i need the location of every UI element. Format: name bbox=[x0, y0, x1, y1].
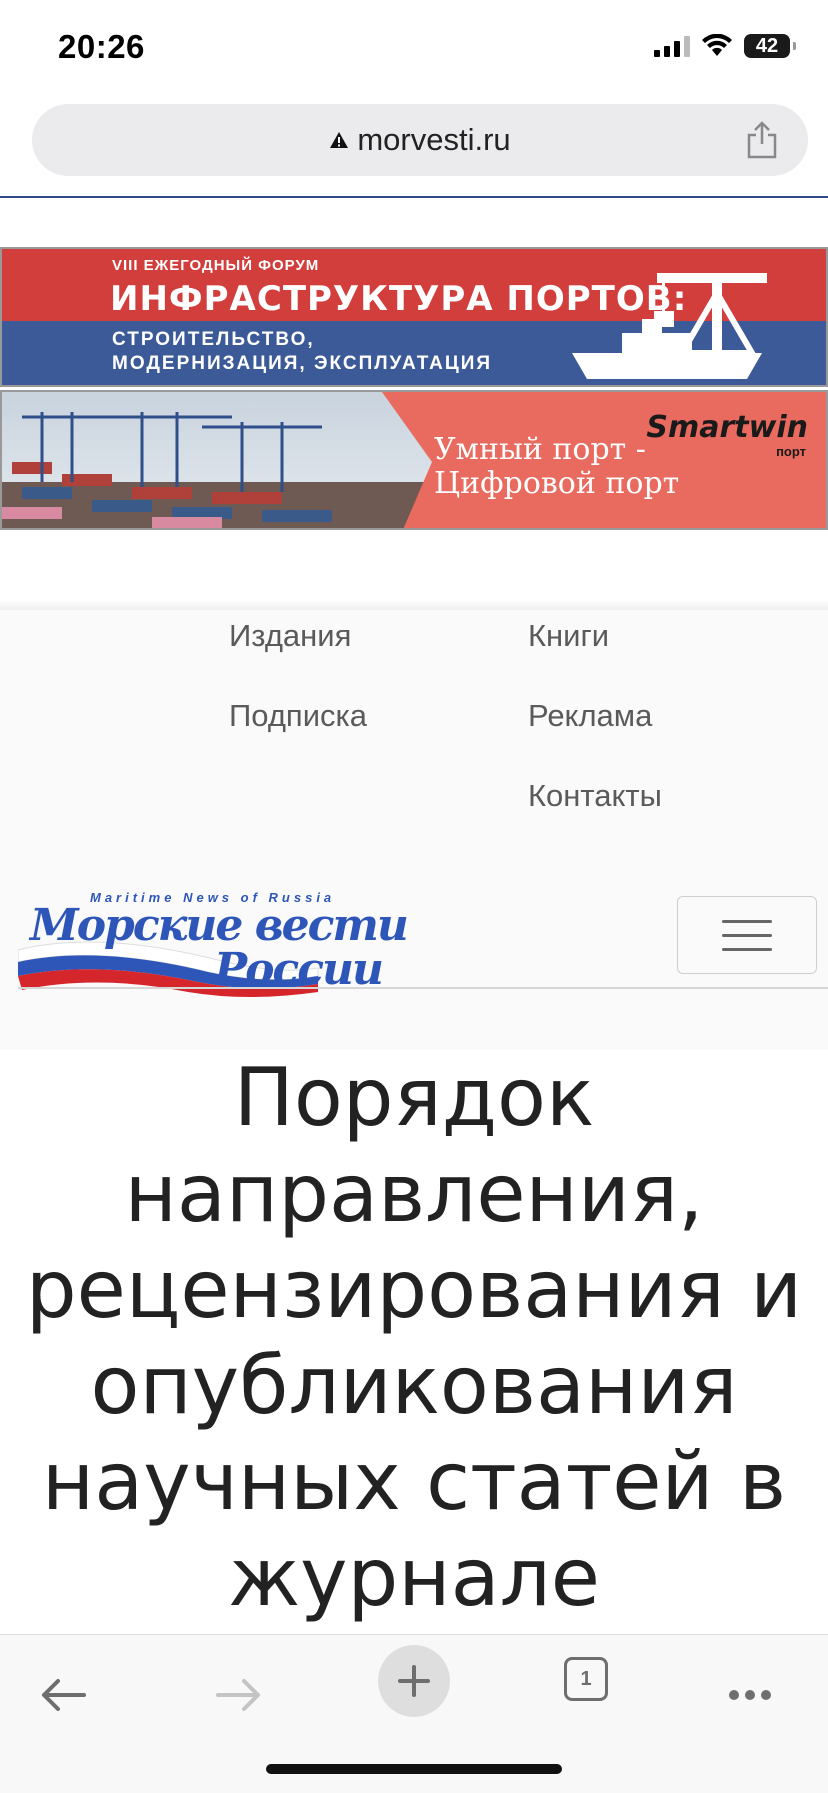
forum-banner[interactable]: VIII ЕЖЕГОДНЫЙ ФОРУМ ИНФРАСТРУКТУРА ПОРТ… bbox=[0, 247, 828, 387]
url-text: morvesti.ru bbox=[357, 122, 511, 157]
menu-link-subscription[interactable]: Подписка bbox=[229, 698, 367, 734]
status-indicators: 42 bbox=[654, 34, 796, 58]
wifi-icon bbox=[702, 34, 732, 56]
smart-port-banner[interactable]: Умный порт - Цифровой порт Smartwin порт bbox=[0, 390, 828, 530]
banner-subtitle-1: СТРОИТЕЛЬСТВО, bbox=[112, 329, 315, 350]
hamburger-icon-line bbox=[722, 919, 772, 923]
banner-line-1: Умный порт - bbox=[434, 432, 646, 467]
hamburger-icon-line bbox=[722, 947, 772, 951]
port-crane-ship-icon bbox=[572, 273, 767, 379]
more-options-icon[interactable] bbox=[726, 1671, 774, 1719]
battery-icon: 42 bbox=[744, 34, 796, 58]
page-title: Порядок направления, рецензирования и оп… bbox=[25, 1051, 803, 1624]
brand-subtitle: порт bbox=[776, 444, 806, 459]
tabs-button[interactable]: 1 bbox=[564, 1657, 608, 1701]
address-bar[interactable]: morvesti.ru bbox=[32, 104, 808, 176]
banner-subtitle-2: МОДЕРНИЗАЦИЯ, ЭКСПЛУАТАЦИЯ bbox=[112, 353, 493, 374]
container-port-image bbox=[2, 392, 432, 528]
header-divider bbox=[0, 196, 828, 198]
share-icon[interactable] bbox=[744, 120, 780, 160]
warning-icon bbox=[330, 132, 349, 148]
new-tab-button[interactable] bbox=[378, 1645, 450, 1717]
hamburger-icon-line bbox=[722, 933, 772, 937]
hamburger-menu-button[interactable] bbox=[677, 896, 817, 974]
content-area: Порядок направления, рецензирования и оп… bbox=[0, 1050, 828, 1630]
site-logo[interactable]: Maritime News of Russia Морские вести Ро… bbox=[18, 890, 409, 998]
logo-divider bbox=[18, 987, 828, 989]
banner-line-2: Цифровой порт bbox=[434, 466, 680, 501]
menu-link-editions[interactable]: Издания bbox=[229, 618, 351, 654]
brand-logo: Smartwin bbox=[646, 410, 808, 445]
back-arrow-icon[interactable] bbox=[38, 1671, 90, 1719]
menu-link-contacts[interactable]: Контакты bbox=[528, 778, 662, 814]
home-indicator bbox=[266, 1764, 562, 1774]
menu-link-advertising[interactable]: Реклама bbox=[528, 698, 652, 734]
menu-link-books[interactable]: Книги bbox=[528, 618, 609, 654]
status-time: 20:26 bbox=[58, 28, 145, 65]
cellular-signal-icon bbox=[654, 35, 690, 57]
forward-arrow-icon[interactable] bbox=[212, 1671, 264, 1719]
banner-small-text: VIII ЕЖЕГОДНЫЙ ФОРУМ bbox=[112, 257, 320, 274]
plus-icon bbox=[398, 1665, 430, 1697]
